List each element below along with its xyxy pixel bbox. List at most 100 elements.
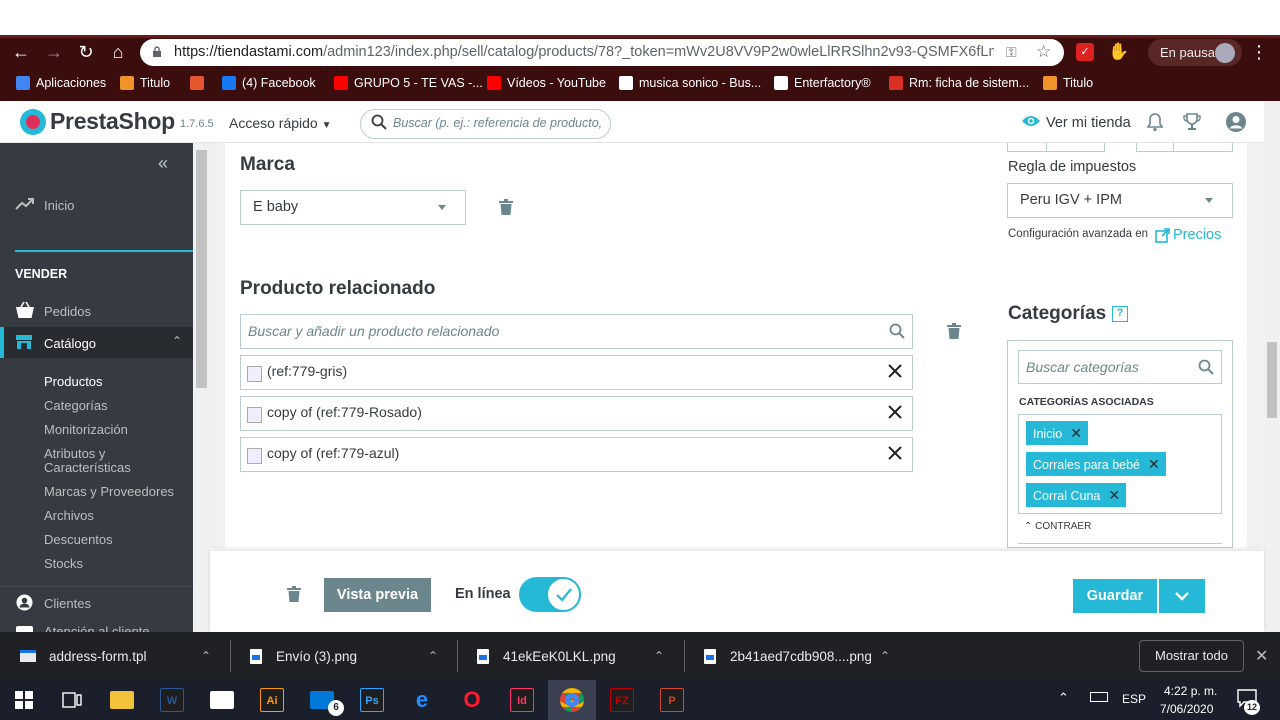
bookmark-item[interactable]: Rm: ficha de sistem... (889, 76, 1029, 90)
version-label: 1.7.6.5 (180, 118, 214, 130)
prestashop-logo-icon[interactable] (20, 109, 46, 135)
quick-access-dropdown[interactable]: Acceso rápido ▼ (229, 115, 332, 131)
sidebar-sub-productos[interactable]: Productos (44, 374, 103, 389)
sidebar-sub-atributos[interactable]: Atributos y (44, 446, 105, 461)
download-item[interactable]: Envío (3).png ⌃ (250, 632, 450, 680)
toggle-knob[interactable] (546, 577, 581, 612)
bookmark-item[interactable]: musica sonico - Bus... (619, 76, 761, 90)
sidebar-sub-monitorizacion[interactable]: Monitorización (44, 422, 128, 437)
photoshop-icon[interactable]: Ps (348, 680, 396, 720)
bell-icon[interactable] (1146, 112, 1164, 132)
preview-button[interactable]: Vista previa (324, 578, 431, 612)
view-store-link[interactable]: Ver mi tienda (1046, 115, 1131, 131)
opera-icon[interactable]: O (448, 680, 496, 720)
chrome-icon[interactable] (548, 680, 596, 720)
chevron-up-icon[interactable]: ⌃ (880, 649, 890, 663)
task-view-icon[interactable] (48, 680, 96, 720)
back-icon[interactable]: ← (8, 42, 34, 62)
sidebar-sub-archivos[interactable]: Archivos (44, 508, 94, 523)
prices-link[interactable]: Precios (1173, 227, 1221, 243)
bookmark-item[interactable] (190, 76, 204, 90)
external-link-icon[interactable] (1155, 228, 1170, 243)
url-text[interactable]: https://tiendastami.com/admin123/index.p… (174, 44, 994, 60)
chevron-up-icon[interactable]: ⌃ (172, 334, 182, 348)
eye-icon[interactable] (1021, 114, 1041, 128)
indesign-icon[interactable]: Id (498, 680, 546, 720)
sidebar-item-atencion[interactable]: Atención al cliente (44, 625, 150, 632)
forward-icon[interactable]: → (41, 42, 67, 62)
category-tag-label: Inicio (1033, 427, 1063, 441)
page-scrollbar-thumb[interactable] (1267, 342, 1277, 418)
bookmark-item[interactable]: Vídeos - YouTube (487, 76, 606, 90)
tray-chevron-icon[interactable]: ⌃ (1058, 690, 1069, 706)
bookmark-item[interactable]: Titulo (120, 76, 170, 90)
show-all-downloads-button[interactable]: Mostrar todo (1139, 640, 1244, 672)
trash-icon[interactable] (499, 199, 513, 215)
chevron-up-icon[interactable]: ⌃ (201, 649, 211, 663)
sidebar-sub-stocks[interactable]: Stocks (44, 556, 83, 571)
more-menu-icon[interactable]: ⋮ (1250, 42, 1268, 63)
illustrator-icon[interactable]: Ai (248, 680, 296, 720)
profile-avatar[interactable] (1215, 43, 1235, 63)
chevron-up-icon[interactable]: ⌃ (428, 649, 438, 663)
download-item[interactable]: 2b41aed7cdb908....png ⌃ (704, 632, 904, 680)
sidebar-item-clientes[interactable]: Clientes (44, 596, 91, 611)
save-button[interactable]: Guardar (1073, 579, 1157, 613)
delete-product-icon[interactable] (287, 586, 301, 602)
bookmark-item[interactable]: Titulo (1043, 76, 1093, 90)
trophy-icon[interactable] (1182, 112, 1202, 132)
pocket-extension-icon[interactable]: ✓ (1076, 43, 1094, 61)
thumbs-up-extension-icon[interactable]: ✋ (1108, 42, 1129, 62)
bookmark-star-icon[interactable]: ☆ (1036, 42, 1051, 62)
brand-select[interactable]: E baby (240, 190, 466, 225)
bookmark-item[interactable]: Enterfactory® (774, 76, 871, 90)
remove-tag-icon[interactable]: ✕ (1108, 483, 1120, 507)
prestashop-logo[interactable]: PrestaShop (50, 108, 175, 135)
collapse-sidebar-icon[interactable]: « (158, 153, 168, 174)
home-icon[interactable]: ⌂ (105, 42, 131, 62)
clock-date[interactable]: 7/06/2020 (1160, 702, 1213, 716)
reload-icon[interactable]: ↻ (73, 42, 99, 62)
windows-start-icon[interactable] (0, 680, 48, 720)
sidebar-sub-categorias[interactable]: Categorías (44, 398, 108, 413)
edge-icon[interactable]: e (398, 680, 446, 720)
sidebar-sub-descuentos[interactable]: Descuentos (44, 532, 113, 547)
sidebar-sub-caracteristicas[interactable]: Características (44, 460, 131, 475)
remove-tag-icon[interactable]: ✕ (1070, 421, 1082, 445)
download-item[interactable]: 41ekEeK0LKL.png ⌃ (477, 632, 677, 680)
help-icon[interactable]: ? (1112, 306, 1128, 322)
bookmark-item[interactable]: (4) Facebook (222, 76, 316, 90)
powerpoint-icon[interactable]: P (648, 680, 696, 720)
bookmark-item[interactable]: GRUPO 5 - TE VAS -... (334, 76, 483, 90)
sidebar-item-pedidos[interactable]: Pedidos (44, 304, 91, 319)
tax-rule-select[interactable]: Peru IGV + IPM (1007, 183, 1233, 218)
remove-icon[interactable] (886, 362, 904, 380)
sidebar-sub-marcas[interactable]: Marcas y Proveedores (44, 484, 174, 499)
user-account-icon[interactable] (1225, 111, 1247, 133)
price-field-partial[interactable] (1136, 143, 1174, 152)
bookmark-item[interactable]: Aplicaciones (16, 76, 106, 90)
close-icon[interactable]: ✕ (1255, 646, 1268, 666)
trash-icon[interactable] (947, 323, 961, 339)
remove-tag-icon[interactable]: ✕ (1148, 452, 1160, 476)
store-icon[interactable] (198, 680, 246, 720)
collapse-categories-button[interactable]: ⌃ CONTRAER (1024, 521, 1091, 532)
remove-icon[interactable] (886, 444, 904, 462)
filezilla-icon[interactable]: FZ (598, 680, 646, 720)
sidebar-item-inicio[interactable]: Inicio (44, 198, 74, 213)
sidebar-item-catalogo[interactable]: Catálogo (44, 336, 96, 351)
language-indicator[interactable]: ESP (1122, 692, 1146, 706)
file-explorer-icon[interactable] (98, 680, 146, 720)
download-item[interactable]: address-form.tpl ⌃ (20, 632, 220, 680)
key-icon[interactable]: ⚿ (1006, 44, 1017, 61)
price-field-partial[interactable] (1047, 143, 1105, 152)
price-field-partial[interactable] (1007, 143, 1047, 152)
word-icon[interactable]: W (148, 680, 196, 720)
clock-time[interactable]: 4:22 p. m. (1164, 684, 1217, 698)
remove-icon[interactable] (886, 403, 904, 421)
chevron-up-icon[interactable]: ⌃ (654, 649, 664, 663)
sidebar-scrollbar-thumb[interactable] (196, 150, 207, 388)
price-field-partial[interactable] (1174, 143, 1233, 152)
save-options-button[interactable] (1159, 579, 1205, 613)
battery-icon[interactable] (1090, 692, 1108, 702)
